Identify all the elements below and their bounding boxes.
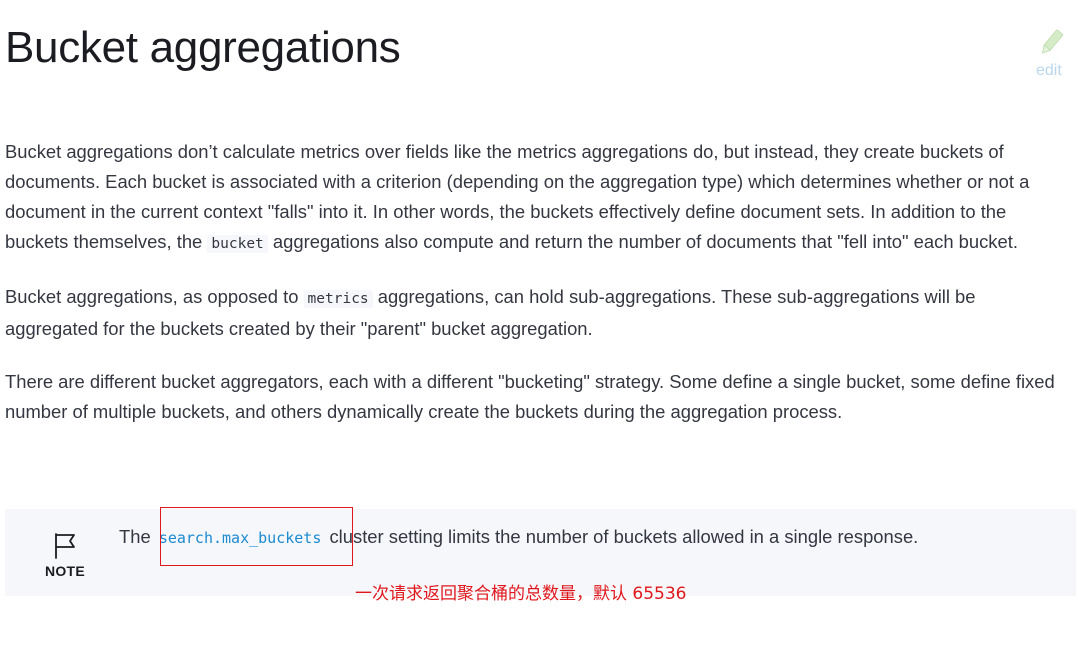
setting-link[interactable]: search.max_buckets — [156, 529, 325, 547]
annotation-text: 一次请求返回聚合桶的总数量，默认 65536 — [355, 584, 687, 604]
note-icon-group: NOTE — [39, 532, 91, 582]
note-text: The search.max_buckets cluster setting l… — [119, 522, 918, 553]
code-metrics: metrics — [303, 290, 373, 308]
pencil-icon — [1037, 28, 1065, 58]
flag-icon — [55, 533, 75, 559]
note-text-a: The — [119, 526, 156, 547]
note-text-b: cluster setting limits the number of buc… — [324, 526, 919, 547]
paragraph-2: Bucket aggregations, as opposed to metri… — [5, 282, 1073, 344]
article-body: Bucket aggregations don’t calculate metr… — [5, 137, 1073, 450]
edit-link[interactable]: edit — [1030, 28, 1074, 82]
edit-label: edit — [1036, 62, 1062, 79]
paragraph-3: There are different bucket aggregators, … — [5, 371, 1055, 422]
note-label: NOTE — [44, 563, 86, 579]
paragraph-2-text-a: Bucket aggregations, as opposed to — [5, 286, 304, 307]
page-title: Bucket aggregations — [5, 23, 401, 72]
paragraph-1: Bucket aggregations don’t calculate metr… — [5, 137, 1073, 259]
code-bucket: bucket — [207, 235, 268, 253]
paragraph-1-text-b: aggregations also compute and return the… — [267, 231, 1018, 252]
